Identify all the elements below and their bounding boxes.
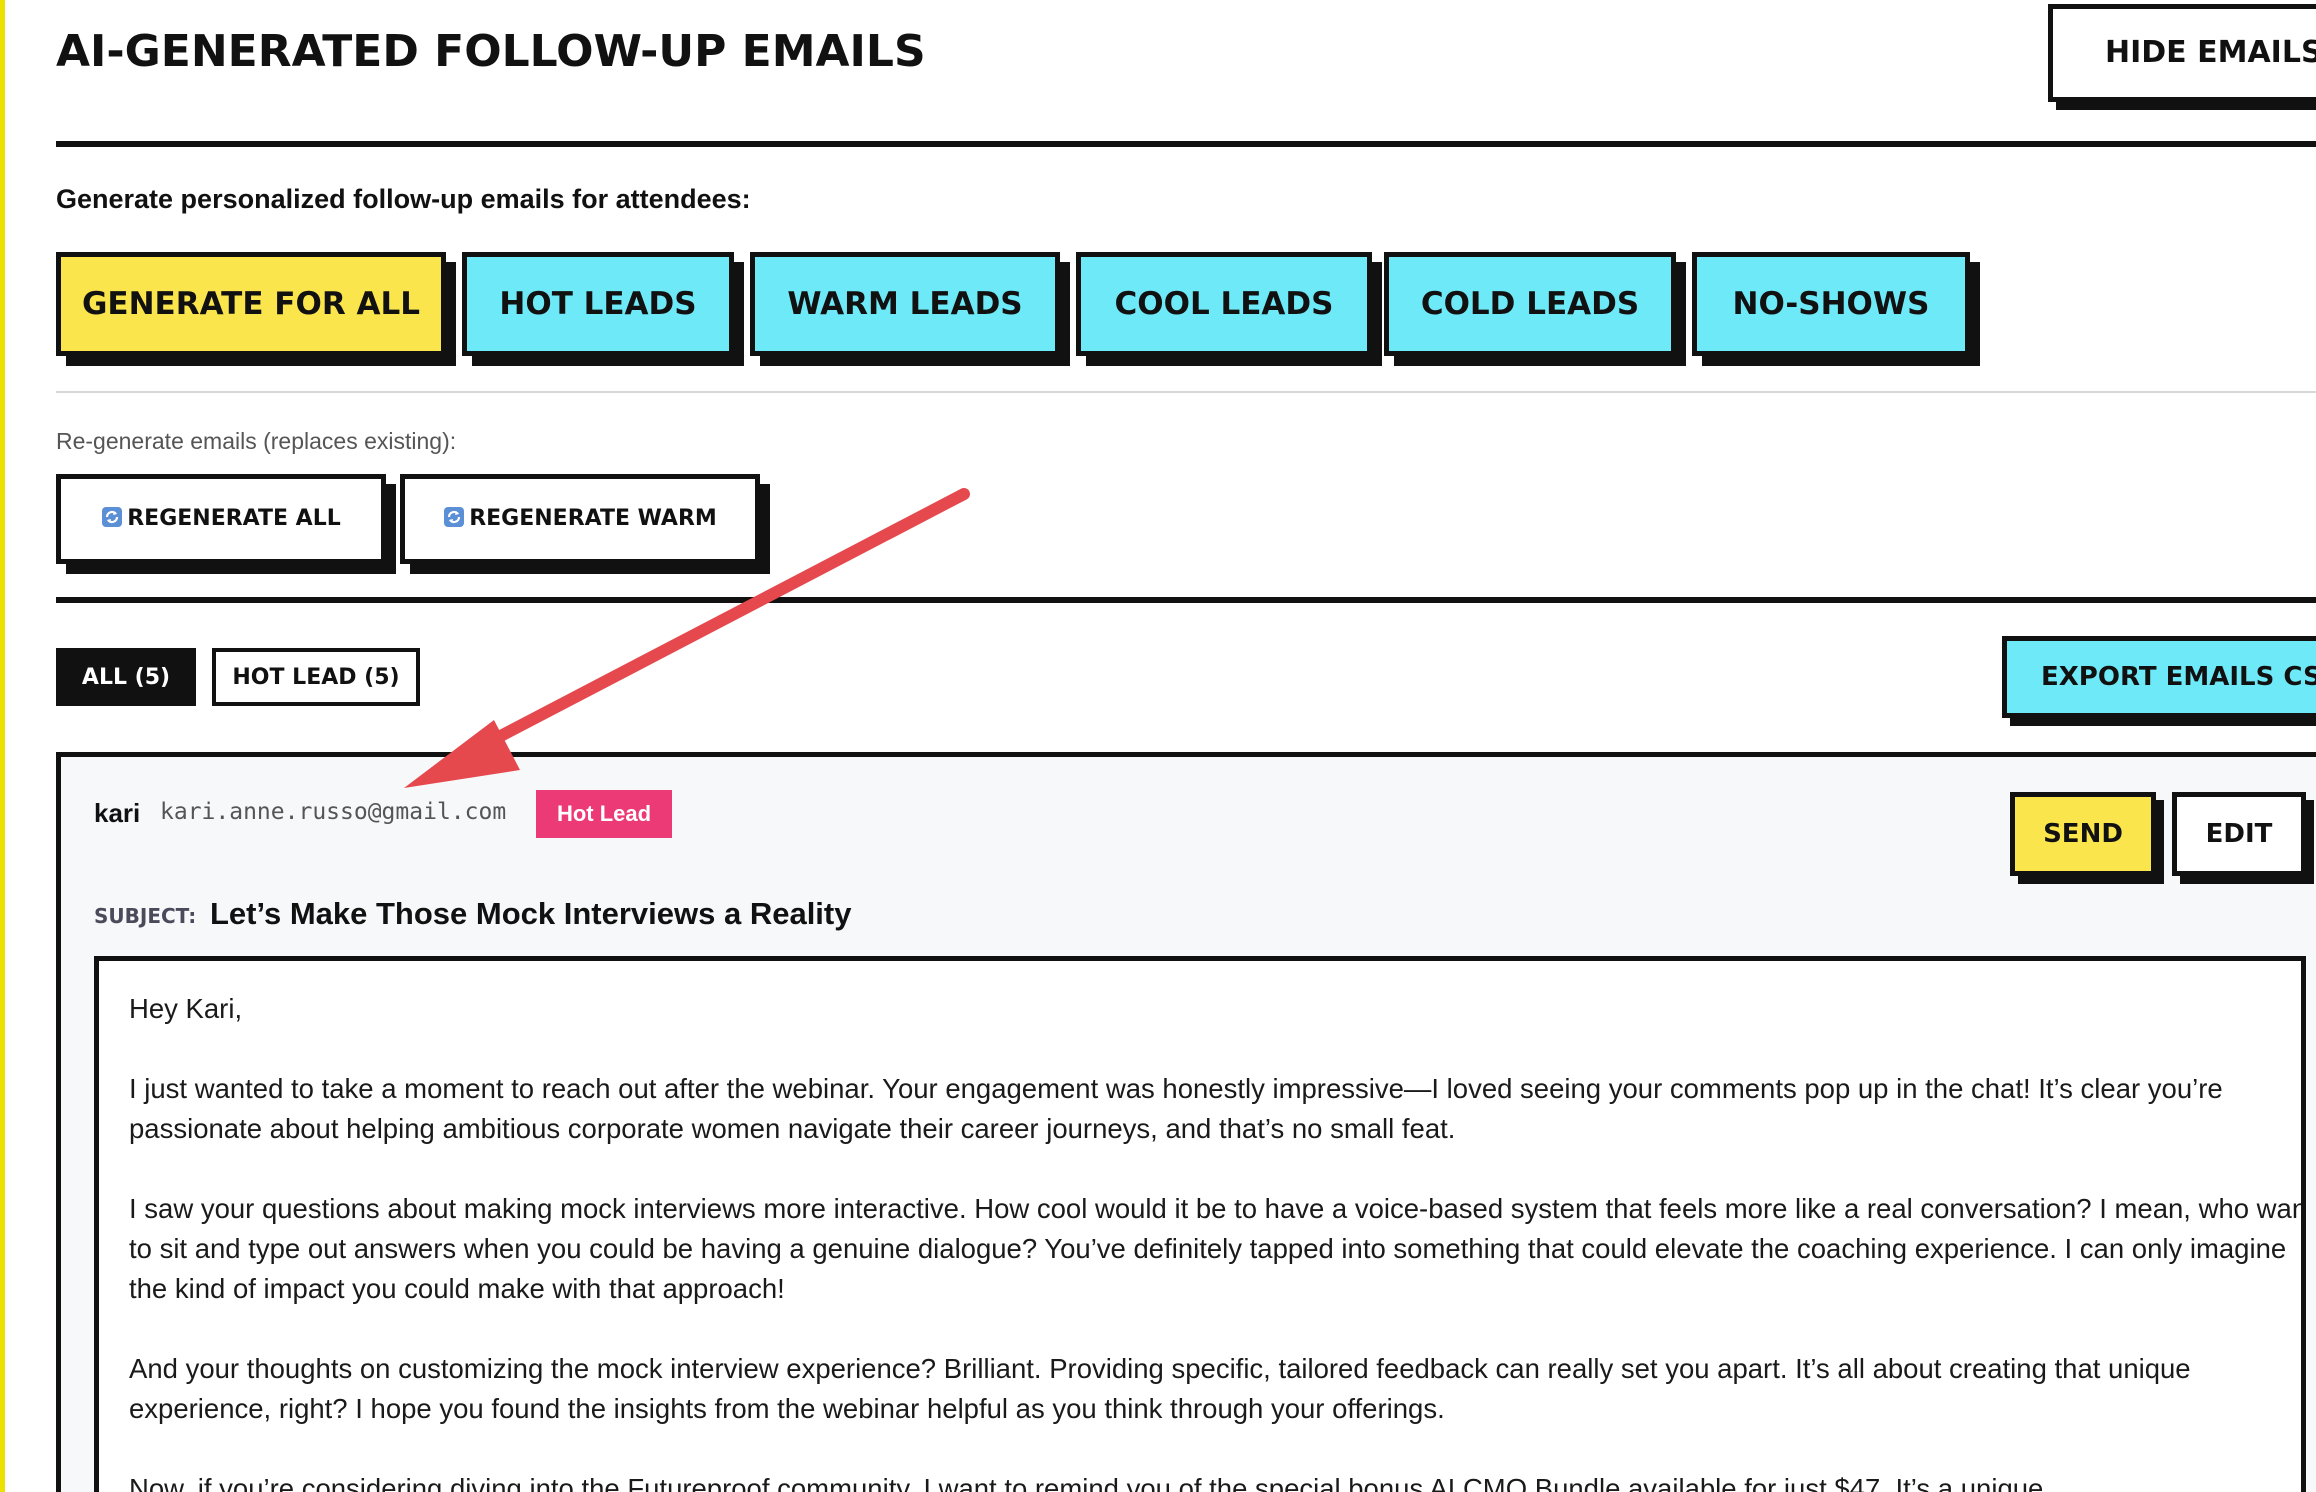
cold-leads-button[interactable]: COLD LEADS (1384, 252, 1676, 356)
filter-all[interactable]: ALL (5) (56, 648, 196, 706)
cool-leads-button[interactable]: COOL LEADS (1076, 252, 1372, 356)
recipient-email: kari.anne.russo@gmail.com (160, 799, 507, 825)
status-badge: Hot Lead (536, 790, 672, 838)
send-button[interactable]: SEND (2010, 792, 2156, 876)
page: AI-GENERATED FOLLOW-UP EMAILS HIDE EMAIL… (0, 0, 2316, 1492)
edit-button[interactable]: EDIT (2172, 792, 2306, 876)
generate-for-all-button[interactable]: GENERATE FOR ALL (56, 252, 446, 356)
hot-leads-button[interactable]: HOT LEADS (462, 252, 734, 356)
no-shows-button[interactable]: NO-SHOWS (1692, 252, 1970, 356)
hide-emails-button[interactable]: HIDE EMAILS (2048, 4, 2316, 102)
page-title: AI-GENERATED FOLLOW-UP EMAILS (56, 26, 926, 77)
subject-label: SUBJECT: (94, 904, 197, 928)
recipient-name: kari (94, 798, 141, 828)
refresh-icon (102, 507, 123, 527)
divider (56, 141, 2316, 147)
divider (56, 597, 2316, 603)
body-paragraph: And your thoughts on customizing the moc… (129, 1353, 2191, 1424)
body-paragraph: I just wanted to take a moment to reach … (129, 1073, 2223, 1144)
body-paragraph: Hey Kari, (129, 993, 243, 1024)
export-emails-csv-button[interactable]: EXPORT EMAILS CSV (2002, 636, 2316, 718)
email-body-text: Hey Kari, I just wanted to take a moment… (129, 989, 2306, 1492)
body-paragraph: I saw your questions about making mock i… (129, 1193, 2306, 1304)
regenerate-warm-button[interactable]: REGENERATE WARM (400, 474, 760, 564)
regenerate-all-label: REGENERATE ALL (127, 506, 341, 531)
regenerate-label: Re-generate emails (replaces existing): (56, 428, 457, 454)
filter-hot-lead[interactable]: HOT LEAD (5) (212, 648, 420, 706)
generate-label: Generate personalized follow-up emails f… (56, 184, 751, 214)
regenerate-warm-label: REGENERATE WARM (469, 506, 717, 531)
regenerate-all-button[interactable]: REGENERATE ALL (56, 474, 386, 564)
refresh-icon (444, 507, 465, 527)
divider (56, 391, 2316, 393)
email-body[interactable]: Hey Kari, I just wanted to take a moment… (94, 956, 2306, 1492)
body-paragraph: Now, if you’re considering diving into t… (129, 1473, 2044, 1492)
warm-leads-button[interactable]: WARM LEADS (750, 252, 1060, 356)
left-accent-bar (0, 0, 5, 1492)
email-subject: Let’s Make Those Mock Interviews a Reali… (210, 896, 852, 931)
